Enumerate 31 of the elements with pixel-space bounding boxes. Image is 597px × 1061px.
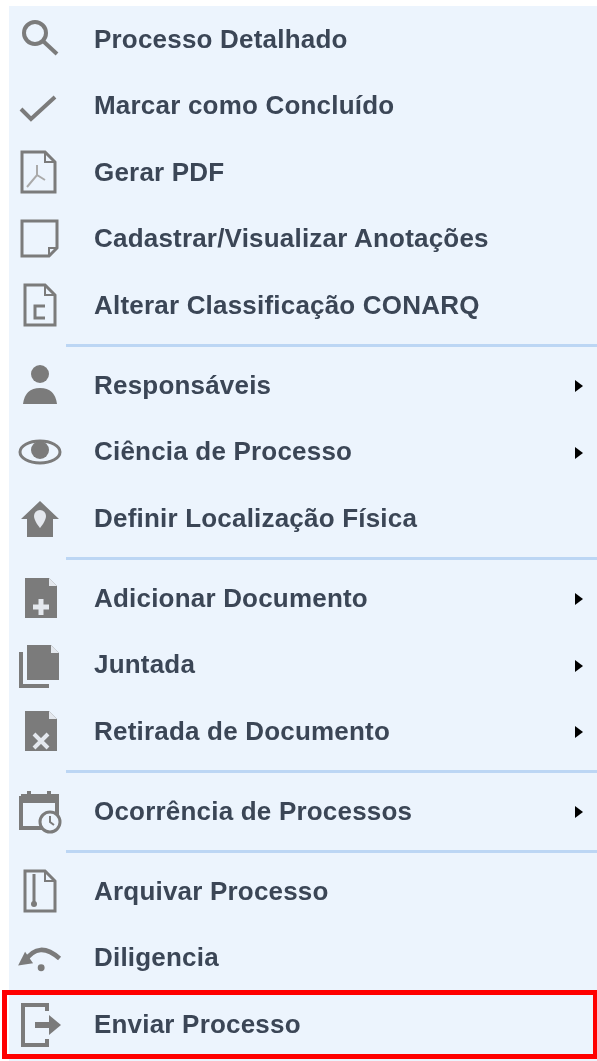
menu-item[interactable]: Adicionar Documento <box>9 565 597 632</box>
highlighted-menu-item[interactable]: Enviar Processo <box>3 991 597 1058</box>
calendar-clock-icon <box>17 788 63 835</box>
menu-item[interactable]: Juntada <box>9 631 597 698</box>
menu-item-label: Processo Detalhado <box>94 22 348 56</box>
menu-item[interactable]: Processo Detalhado <box>9 6 597 73</box>
menu-item-label: Cadastrar/Visualizar Anotações <box>94 222 489 256</box>
menu-item[interactable]: Ocorrência de Processos <box>9 778 597 845</box>
menu-item[interactable]: Arquivar Processo <box>9 858 597 925</box>
menu-item[interactable]: Diligencia <box>9 924 597 991</box>
menu-item-label: Ocorrência de Processos <box>94 794 413 828</box>
menu-item-label: Arquivar Processo <box>94 874 329 908</box>
menu-item-label: Retirada de Documento <box>94 714 391 748</box>
menu-item-label: Marcar como Concluído <box>94 89 395 123</box>
menu-item[interactable]: Marcar como Concluído <box>9 72 597 139</box>
menu-item[interactable]: Cadastrar/Visualizar Anotações <box>9 205 597 272</box>
menu-item-label: Juntada <box>94 648 196 682</box>
menu-item[interactable]: Responsáveis <box>9 352 597 419</box>
menu-item-label: Gerar PDF <box>94 155 225 189</box>
menu-item[interactable]: Retirada de Documento <box>9 698 597 765</box>
menu-item-label: Definir Localização Física <box>94 501 418 535</box>
menu-item-label: Diligencia <box>94 941 219 975</box>
menu-item[interactable]: Gerar PDF <box>9 139 597 206</box>
menu-item-label: Ciência de Processo <box>94 435 353 469</box>
menu-item-label: Alterar Classificação CONARQ <box>94 288 480 322</box>
menu-item-label: Responsáveis <box>94 368 272 402</box>
menu-item[interactable]: Alterar Classificação CONARQ <box>9 272 597 339</box>
menu-item-label: Adicionar Documento <box>94 581 368 615</box>
menu-item[interactable]: Definir Localização Física <box>9 485 597 552</box>
menu-item[interactable]: Ciência de Processo <box>9 418 597 485</box>
menu-item-label: Enviar Processo <box>94 1007 301 1041</box>
